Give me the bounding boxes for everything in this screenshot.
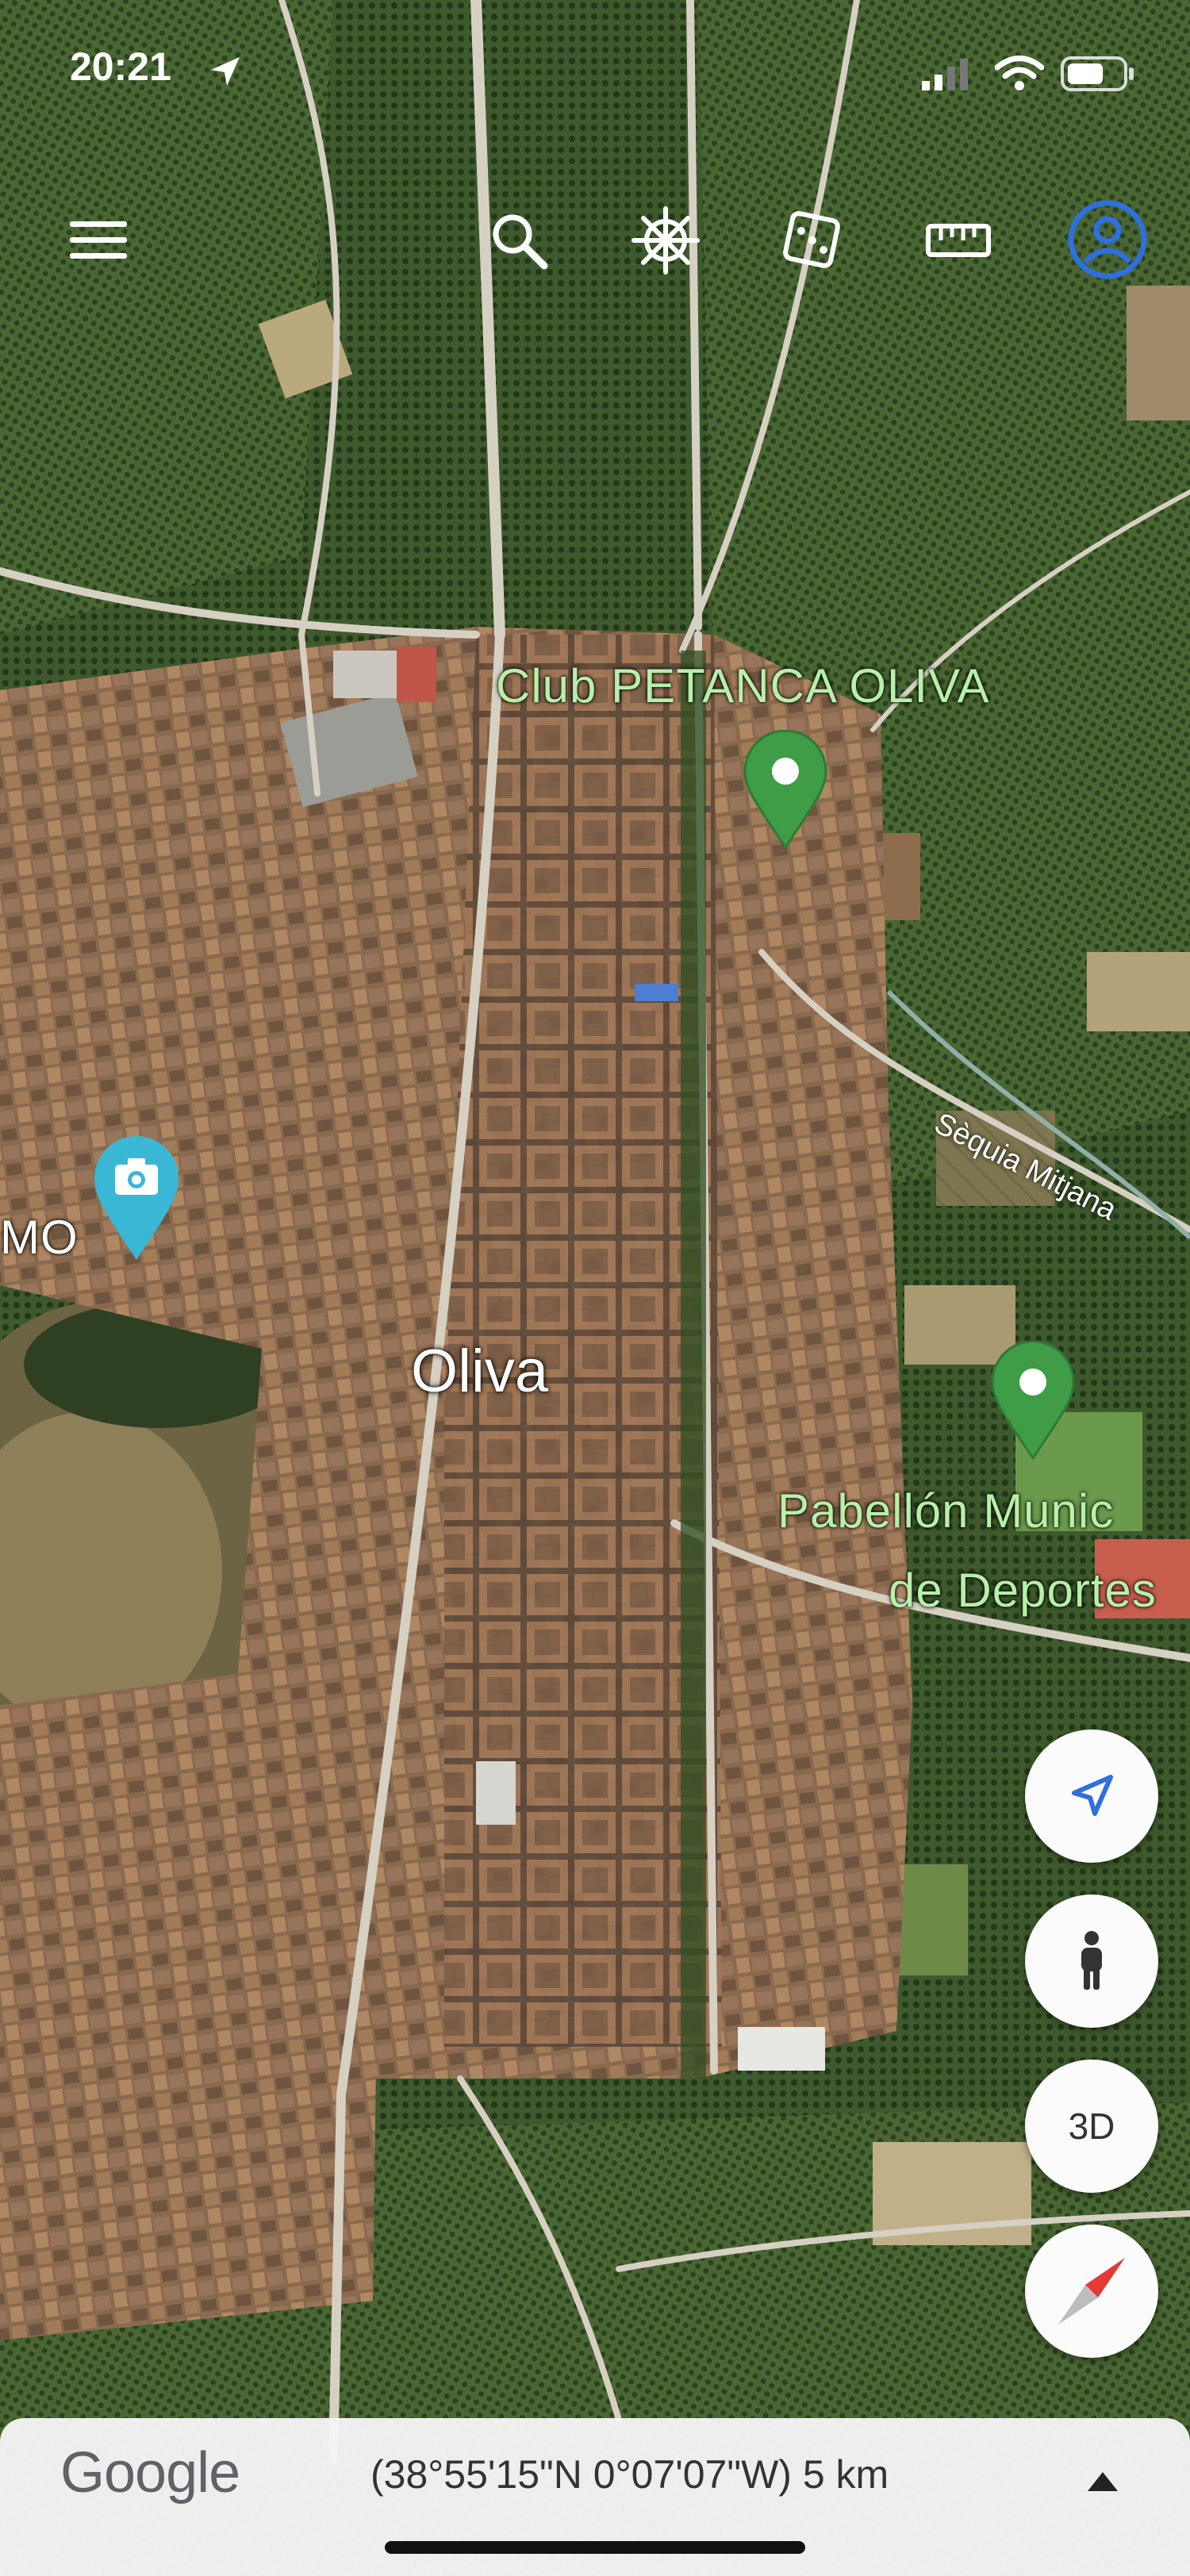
pegman-icon [1081,1931,1102,1990]
status-time: 20:21 [70,44,171,89]
google-logo: Google [60,2441,240,2505]
compass-icon [1058,2258,1125,2325]
wifi-icon [994,54,1045,96]
measure-button[interactable] [920,202,996,278]
coordinates-scale[interactable]: (38°55'15"N 0°07'07"W) 5 km [370,2451,889,2497]
menu-icon [70,221,127,259]
expand-up-icon[interactable] [1083,2466,1123,2497]
my-location-icon [1072,1775,1113,1816]
signal-icon [920,57,971,96]
battery-icon [1060,56,1136,96]
street-view-button[interactable] [1025,1895,1158,2028]
compass-button[interactable] [1025,2225,1158,2358]
voyager-wheel-icon [631,206,700,274]
dice-icon [783,211,840,268]
home-indicator[interactable] [385,2541,805,2554]
account-icon [1068,200,1147,279]
pabellon-label-line1[interactable]: Pabellón Munic [777,1484,1114,1538]
3d-button[interactable]: 3D [1025,2060,1158,2193]
satellite-map[interactable] [0,0,1190,2576]
town-label-oliva[interactable]: Oliva [411,1337,548,1406]
menu-button[interactable] [60,202,136,278]
account-button[interactable] [1066,198,1149,281]
my-location-button[interactable] [1025,1729,1158,1863]
club-petanca-pin-icon[interactable] [742,729,829,853]
voyager-button[interactable] [628,202,704,278]
bottom-info-bar: Google (38°55'15"N 0°07'07"W) 5 km [0,2418,1190,2576]
feeling-lucky-button[interactable] [774,202,850,278]
location-arrow-icon [208,54,243,93]
search-button[interactable] [481,202,557,278]
search-icon [493,214,548,270]
pabellon-pin-icon[interactable] [989,1340,1077,1464]
partial-place-label[interactable]: MO [0,1210,79,1265]
pabellon-label-line2[interactable]: de Deportes [889,1563,1157,1618]
ruler-icon [926,224,991,257]
photo-pin-icon[interactable] [91,1134,182,1265]
club-petanca-label[interactable]: Club PETANCA OLIVA [496,658,990,713]
